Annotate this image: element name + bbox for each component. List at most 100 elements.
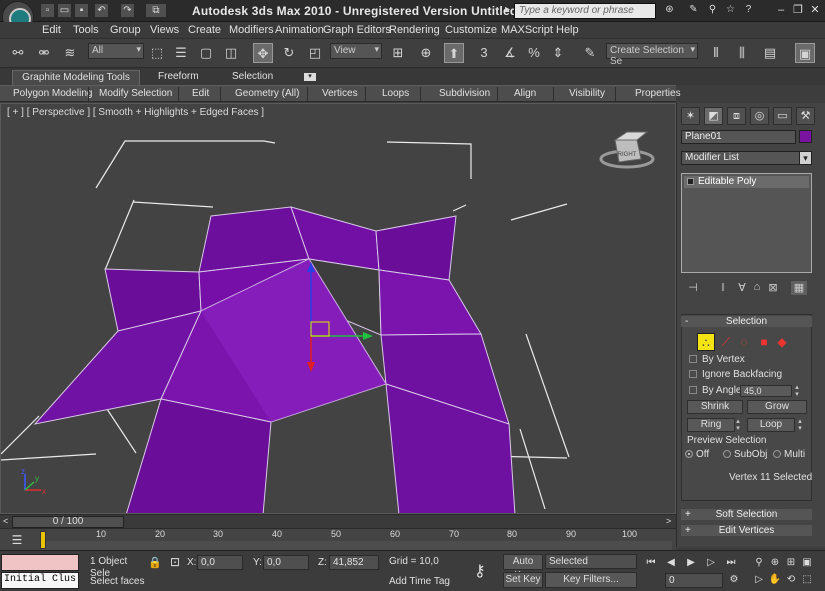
open-file-icon[interactable]: ▭	[57, 3, 72, 18]
key-filters-button[interactable]: Key Filters...	[545, 572, 637, 588]
menu-customize[interactable]: Customize	[445, 24, 497, 36]
current-frame-marker[interactable]	[40, 531, 46, 549]
mirror-icon[interactable]: ⫴	[706, 43, 726, 63]
chevron-down-icon[interactable]: ▾	[799, 151, 812, 165]
restore-button[interactable]: ❐	[792, 4, 804, 16]
polygon-mode-icon[interactable]: ■	[755, 333, 773, 351]
maximize-viewport-icon[interactable]: ⬚	[800, 573, 814, 587]
current-frame-field[interactable]: 0	[665, 573, 723, 588]
border-mode-icon[interactable]: ◌	[735, 333, 753, 351]
link-icon[interactable]: ⚯	[8, 43, 28, 63]
go-to-start-icon[interactable]: ⏮	[644, 556, 658, 570]
select-move-icon[interactable]: ✥	[253, 43, 273, 63]
subscription-icon[interactable]: ✎	[686, 3, 701, 18]
ring-spinner-icon[interactable]: ▴ ▾	[735, 418, 741, 432]
edit-vertices-rollout-header[interactable]: + Edit Vertices	[681, 525, 812, 536]
set-key-button[interactable]: Set Key	[503, 572, 543, 588]
by-angle-checkbox[interactable]: By Angle:	[689, 385, 744, 396]
field-of-view-icon[interactable]: ▷	[752, 573, 766, 587]
perspective-viewport[interactable]: RIGHT z x y [ + ] [ Perspective ] [ Smoo…	[0, 103, 676, 514]
menu-help[interactable]: Help	[556, 24, 579, 36]
go-to-end-icon[interactable]: ⏭	[724, 556, 738, 570]
menu-edit[interactable]: Edit	[42, 24, 61, 36]
zoom-icon[interactable]: ⚲	[752, 556, 766, 570]
ribbon-minimize-icon[interactable]: ▾	[304, 73, 316, 81]
track-bar[interactable]: ☰ 10 20 30 40 50 60 70 80 90 100	[0, 528, 676, 551]
align-icon[interactable]: ⫼	[732, 43, 752, 63]
snaps-toggle-icon[interactable]: 3	[474, 43, 494, 63]
ignore-backfacing-checkbox[interactable]: Ignore Backfacing	[689, 369, 782, 380]
selection-rollout-header[interactable]: - Selection	[681, 316, 812, 327]
rect-selection-icon[interactable]: ▢	[196, 43, 216, 63]
panel-modify-selection[interactable]: Modify Selection	[99, 88, 172, 99]
select-rotate-icon[interactable]: ↻	[279, 43, 299, 63]
viewport-scene[interactable]: RIGHT z x y	[1, 104, 676, 514]
slider-next-icon[interactable]: >	[666, 516, 671, 526]
zoom-all-icon[interactable]: ⊕	[768, 556, 782, 570]
help-icon[interactable]: ?	[741, 3, 756, 18]
motion-tab-icon[interactable]: ◎	[750, 107, 769, 125]
new-file-icon[interactable]: ▫	[40, 3, 55, 18]
menu-rendering[interactable]: Rendering	[389, 24, 440, 36]
window-crossing-icon[interactable]: ◫	[221, 43, 241, 63]
orbit-icon[interactable]: ⟲	[784, 573, 798, 587]
menu-maxscript[interactable]: MAXScript	[501, 24, 553, 36]
set-key-icon[interactable]: ⚷	[474, 561, 486, 581]
tab-selection[interactable]: Selection	[224, 70, 281, 85]
menu-tools[interactable]: Tools	[73, 24, 99, 36]
spinner-snap-icon[interactable]: ⇕	[548, 43, 568, 63]
binoculars-icon[interactable]: ⊛	[662, 3, 677, 18]
object-color-swatch[interactable]	[799, 130, 812, 143]
redo-icon[interactable]: ↷	[120, 3, 135, 18]
menu-animation[interactable]: Animation	[275, 24, 324, 36]
close-button[interactable]: ✕	[809, 4, 821, 16]
project-folder-icon[interactable]: ⧉	[145, 3, 167, 18]
pin-stack-icon[interactable]: ⊣	[685, 281, 701, 295]
preview-subobj-radio[interactable]: SubObj	[723, 449, 767, 460]
x-coord-field[interactable]: 0,0	[197, 555, 243, 570]
loop-spinner-icon[interactable]: ▴ ▾	[797, 418, 803, 432]
remove-modifier-icon[interactable]: ⌂	[749, 281, 765, 295]
element-mode-icon[interactable]: ◆	[773, 333, 791, 351]
make-unique-icon[interactable]: ∀	[734, 281, 750, 295]
unlink-icon[interactable]: ⚮	[34, 43, 54, 63]
zoom-extents-all-icon[interactable]: ▣	[800, 556, 814, 570]
communication-icon[interactable]: ⚲	[705, 3, 720, 18]
key-mode-dropdown[interactable]: Selected	[545, 554, 637, 569]
display-tab-icon[interactable]: ▭	[773, 107, 792, 125]
layer-manager-icon[interactable]: ▤	[760, 43, 780, 63]
show-end-result-icon[interactable]: Ⅰ	[715, 281, 731, 295]
panel-loops[interactable]: Loops	[382, 88, 409, 99]
utilities-tab-icon[interactable]: ⚒	[796, 107, 815, 125]
bind-space-warp-icon[interactable]: ≋	[60, 43, 80, 63]
maxscript-mini-listener[interactable]: Initial Clus	[1, 572, 79, 589]
search-input[interactable]: Type a keyword or phrase	[514, 3, 656, 19]
menu-graph-editors[interactable]: Graph Editors	[323, 24, 391, 36]
stack-item-editable-poly[interactable]: Editable Poly	[684, 176, 809, 188]
next-frame-icon[interactable]: ▷	[704, 556, 718, 570]
by-angle-spinner[interactable]: 45,0	[740, 385, 792, 397]
angle-snap-icon[interactable]: ∡	[500, 43, 520, 63]
grow-button[interactable]: Grow	[747, 400, 807, 414]
search-expand-icon[interactable]: ▸	[500, 3, 515, 18]
selection-filter-dropdown[interactable]: All	[88, 43, 144, 59]
ring-button[interactable]: Ring	[687, 418, 735, 432]
mini-curve-editor-icon[interactable]: ☰	[8, 533, 26, 547]
panel-subdivision[interactable]: Subdivision	[439, 88, 490, 99]
favorites-star-icon[interactable]: ☆	[723, 3, 738, 18]
save-file-icon[interactable]: ▪	[74, 3, 89, 18]
modifier-list-dropdown[interactable]: Modifier List	[681, 151, 809, 165]
select-by-name-icon[interactable]: ☰	[171, 43, 191, 63]
configure-sets-icon[interactable]: ⊠	[765, 281, 781, 295]
time-config-icon[interactable]: ⚙	[727, 573, 741, 587]
edge-mode-icon[interactable]: ⟋	[717, 333, 735, 351]
panel-properties[interactable]: Properties	[635, 88, 681, 99]
selection-lock-icon[interactable]: 🔒	[148, 556, 162, 569]
time-slider[interactable]: < 0 / 100 >	[0, 514, 676, 528]
modifier-stack[interactable]: Editable Poly	[681, 173, 812, 273]
panel-geometry-all[interactable]: Geometry (All)	[235, 88, 299, 99]
by-vertex-checkbox[interactable]: By Vertex	[689, 354, 745, 365]
keyboard-shortcut-override-icon[interactable]: ⬆	[444, 43, 464, 63]
pan-view-icon[interactable]: ✋	[768, 573, 782, 587]
z-coord-field[interactable]: 41,852	[329, 555, 379, 570]
